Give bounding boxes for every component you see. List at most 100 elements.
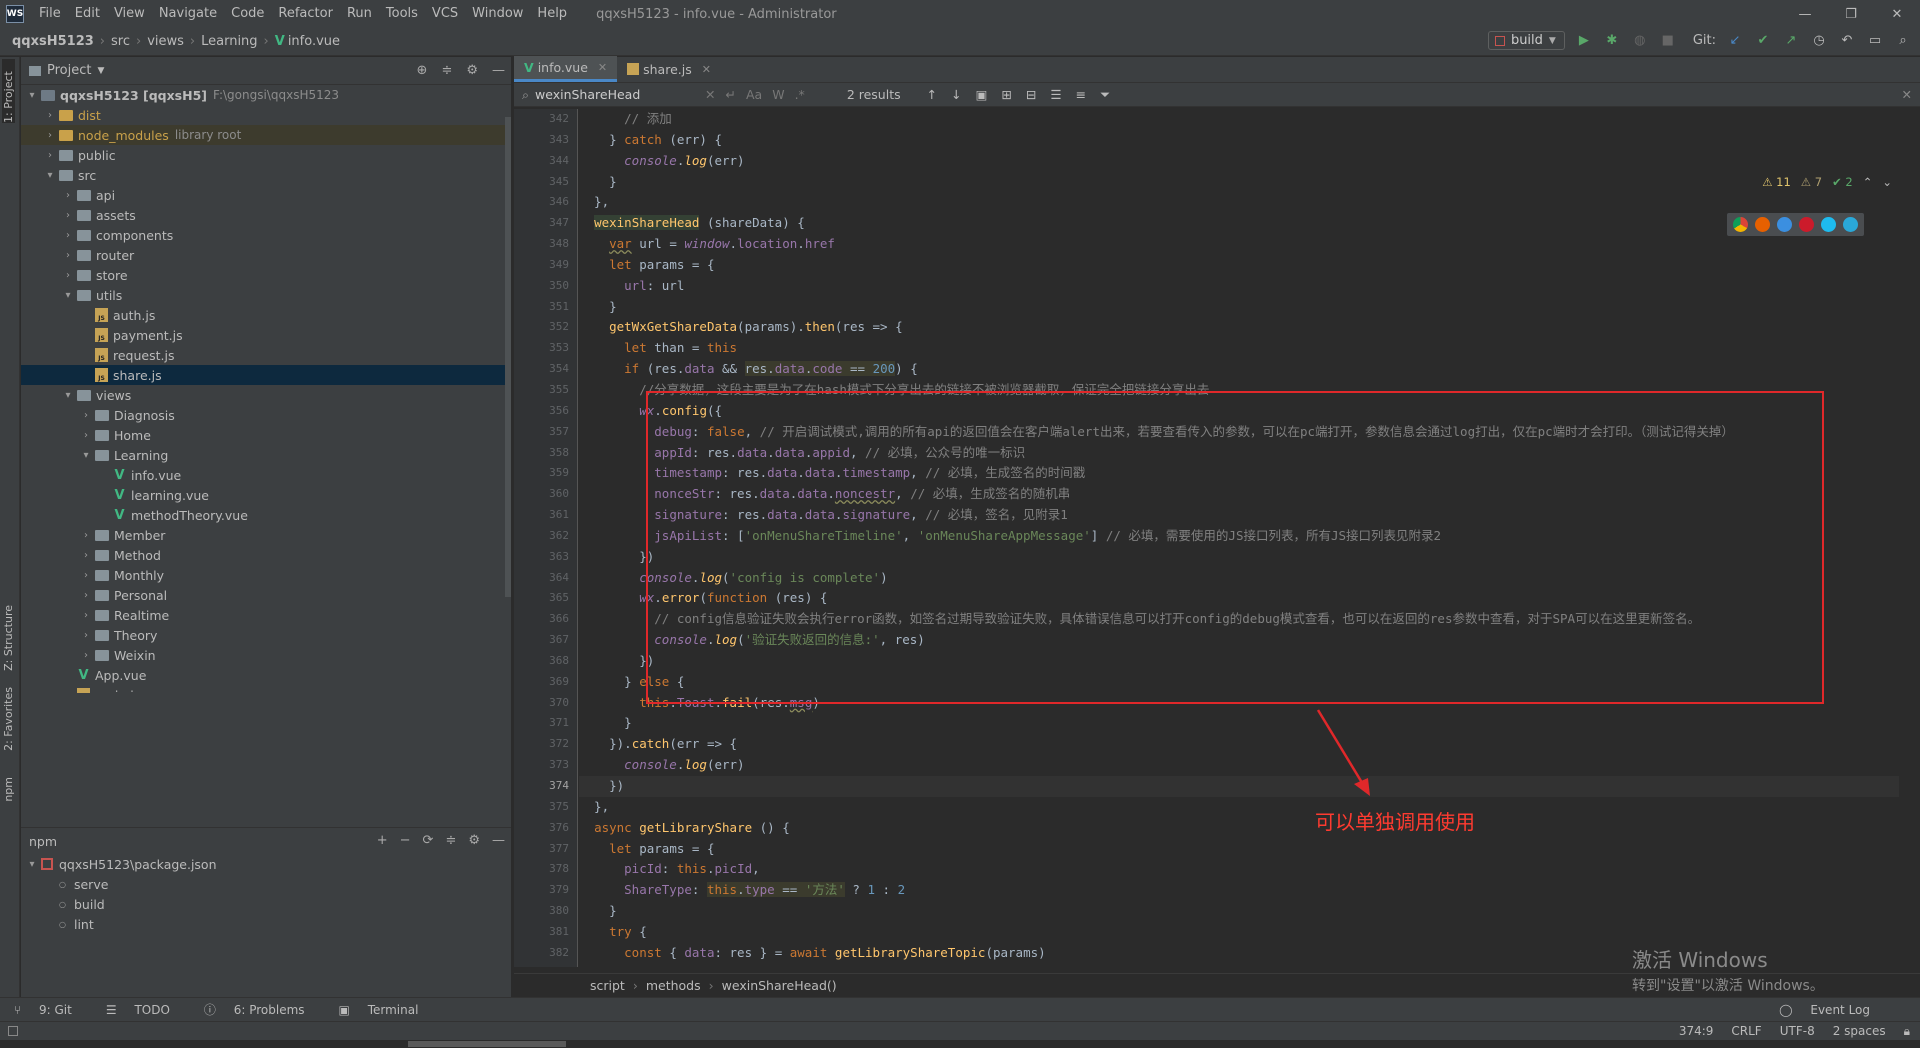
tree-item[interactable]: ▾ Learning [21,445,511,465]
menu-view[interactable]: View [107,0,152,28]
breadcrumb-item[interactable]: Learning [201,34,257,49]
line-number[interactable]: 373 [514,755,577,776]
chevron-right-icon[interactable]: › [61,230,75,241]
new-line-icon[interactable]: ↵ [726,87,736,102]
code-line[interactable]: let params = { [579,839,1899,860]
tree-item[interactable]: JS auth.js [21,305,511,325]
tree-item[interactable]: VmethodTheory.vue [21,505,511,525]
line-number[interactable]: 358 [514,443,577,464]
git-update-icon[interactable]: ↙ [1726,32,1744,50]
project-panel-title[interactable]: Project [47,63,91,78]
line-number[interactable]: 368 [514,651,577,672]
tree-item[interactable]: › Home [21,425,511,445]
git-tool-button[interactable]: ⑂ 9: Git [14,1003,82,1017]
search-icon[interactable]: ⌕ [1894,32,1912,50]
breadcrumb-item[interactable]: src [111,34,130,49]
menu-window[interactable]: Window [465,0,530,28]
code-line[interactable]: console.log(err) [579,151,1899,172]
code-line[interactable]: getWxGetShareData(params).then(res => { [579,317,1899,338]
minimize-icon[interactable]: — [1782,0,1828,28]
code-breadcrumb-item[interactable]: script [590,978,625,993]
line-number[interactable]: 343 [514,130,577,151]
chevron-right-icon[interactable]: › [79,550,93,561]
line-number[interactable]: 380 [514,901,577,922]
line-separator[interactable]: CRLF [1731,1024,1761,1039]
remove-occurrence-icon[interactable]: ⊟ [1026,87,1036,103]
tree-item[interactable]: Vlearning.vue [21,485,511,505]
code-line[interactable]: // 添加 [579,109,1899,130]
line-number[interactable]: 378 [514,859,577,880]
line-number[interactable]: 375 [514,797,577,818]
code-line[interactable]: } [579,713,1899,734]
line-number[interactable]: 371 [514,713,577,734]
chevron-right-icon[interactable]: › [79,570,93,581]
code-line[interactable]: ShareType: this.type == '方法' ? 1 : 2 [579,880,1899,901]
breadcrumb-item[interactable]: info.vue [288,34,340,49]
menu-file[interactable]: File [32,0,68,28]
menu-help[interactable]: Help [530,0,574,28]
locate-icon[interactable]: ⊕ [417,63,428,78]
edge-icon[interactable] [1843,217,1858,232]
menu-code[interactable]: Code [224,0,271,28]
debug-icon[interactable]: ✱ [1603,32,1621,50]
chevron-down-icon[interactable]: ▾ [79,450,93,461]
chevron-right-icon[interactable]: › [61,270,75,281]
select-all-icon[interactable]: ▣ [976,87,988,103]
code-breadcrumb-item[interactable]: methods [646,978,701,993]
run-configuration-select[interactable]: build ▼ [1487,31,1565,50]
line-number[interactable]: 361 [514,505,577,526]
code-line[interactable]: } catch (err) { [579,130,1899,151]
tree-scrollbar[interactable] [505,117,511,597]
tab-share-js[interactable]: share.js ✕ [617,56,721,82]
run-icon[interactable]: ▶ [1575,32,1593,50]
arrow-down-icon[interactable]: ↓ [951,87,961,103]
arrow-up-icon[interactable]: ↑ [927,87,937,103]
chevron-right-icon[interactable]: › [43,150,57,161]
menu-run[interactable]: Run [340,0,379,28]
add-icon[interactable]: + [377,833,388,848]
structure-tool-tab[interactable]: Z: Structure [2,605,15,671]
select-all-occurrences-icon[interactable]: ☰ [1050,87,1061,103]
code-view[interactable]: // 添加 } catch (err) { console.log(err) }… [579,109,1899,967]
code-line[interactable]: console.log('验证失败返回的信息:', res) [579,630,1899,651]
stop-icon[interactable]: ■ [1659,32,1677,50]
chevron-down-icon[interactable]: ▾ [25,90,39,101]
code-line[interactable]: }) [579,776,1899,797]
collapse-all-icon[interactable]: ≑ [441,63,452,78]
line-number[interactable]: 366 [514,609,577,630]
gear-icon[interactable]: ⚙ [468,833,480,848]
tree-item[interactable]: JS payment.js [21,325,511,345]
line-number[interactable]: 376 [514,818,577,839]
line-number[interactable]: 367 [514,630,577,651]
line-number[interactable]: 350 [514,276,577,297]
code-line[interactable]: if (res.data && res.data.code == 200) { [579,359,1899,380]
line-number[interactable]: 374 [514,776,577,797]
lock-icon[interactable]: 🔒︎ [1904,1024,1910,1039]
hide-icon[interactable]: — [492,833,505,848]
line-number[interactable]: 342 [514,109,577,130]
code-line[interactable]: wx.error(function (res) { [579,588,1899,609]
line-number[interactable]: 346 [514,192,577,213]
chevron-right-icon[interactable]: › [43,110,57,121]
chevron-right-icon[interactable]: › [79,610,93,621]
code-line[interactable]: } [579,901,1899,922]
chevron-down-icon[interactable]: ▾ [61,390,75,401]
refresh-icon[interactable]: ⟳ [423,833,434,848]
horizontal-scrollbar[interactable] [0,1040,1920,1048]
problems-tool-button[interactable]: ⓘ 6: Problems [204,1001,315,1018]
add-occurrence-icon[interactable]: ⊞ [1001,87,1011,103]
chevron-down-icon[interactable]: ▾ [25,859,39,870]
line-number[interactable]: 369 [514,672,577,693]
chevron-right-icon[interactable]: › [79,530,93,541]
code-line[interactable]: url: url [579,276,1899,297]
line-number[interactable]: 379 [514,880,577,901]
code-line[interactable]: //分享数据，这段主要是为了在hash模式下分享出去的链接不被浏览器截取，保证完… [579,380,1899,401]
ie-icon[interactable] [1821,217,1836,232]
tree-item[interactable]: › Diagnosis [21,405,511,425]
safari-icon[interactable] [1777,217,1792,232]
remove-icon[interactable]: − [400,833,411,848]
line-number[interactable]: 370 [514,693,577,714]
git-push-icon[interactable]: ↗ [1782,32,1800,50]
chevron-up-icon[interactable]: ⌃ [1863,175,1873,189]
tree-item[interactable]: JS main.js [21,685,511,693]
